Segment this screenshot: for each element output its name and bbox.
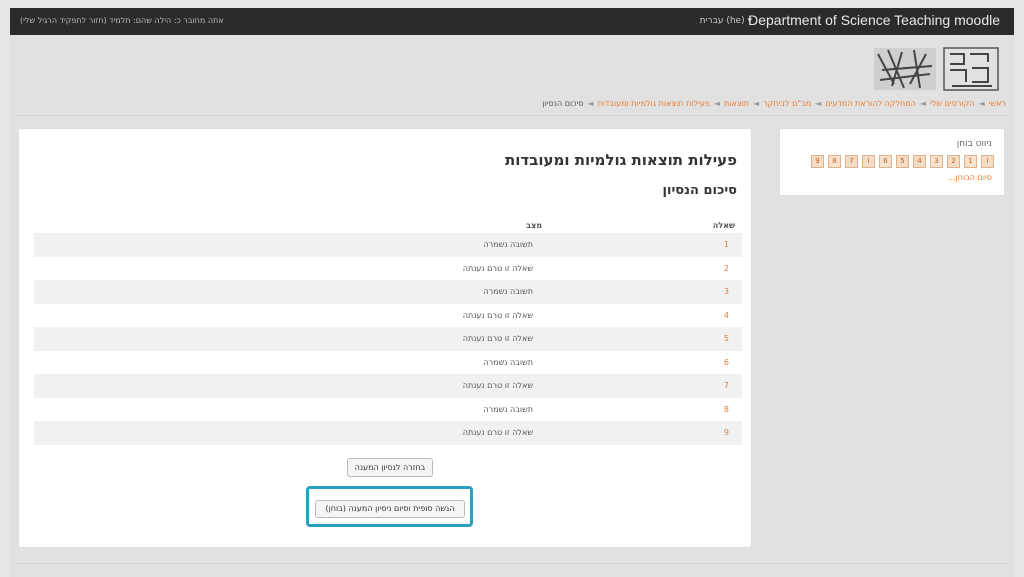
question-status: שאלה זו טרם נענתה <box>462 263 533 273</box>
return-to-attempt-button[interactable]: בחזרה לנסיון המענה <box>347 458 433 477</box>
question-status: תשובה נשמרה <box>483 357 533 367</box>
login-info[interactable]: אתה מחובר כ: הילה שהם: תלמיד (חזור לתפקי… <box>20 16 224 25</box>
language-menu[interactable]: עברית (he) ▾ <box>700 16 752 26</box>
table-row: 8 תשובה נשמרה <box>34 398 742 422</box>
breadcrumb-separator: ◄ <box>587 99 594 108</box>
quiz-nav-question-6[interactable]: 6 <box>879 155 892 168</box>
breadcrumb-separator: ◄ <box>978 99 985 108</box>
question-status: תשובה נשמרה <box>483 287 533 296</box>
question-status: תשובה נשמרה <box>483 240 533 249</box>
breadcrumb-my-courses[interactable]: הקורסים שלי <box>930 99 974 108</box>
quiz-nav-question-1[interactable]: 1 <box>964 155 977 168</box>
quiz-nav-buttons: i 1 2 3 4 5 6 i 7 8 9 <box>811 155 994 168</box>
question-status: שאלה זו טרם נענתה <box>462 428 533 437</box>
question-link[interactable]: 4 <box>724 311 729 320</box>
question-link[interactable]: 5 <box>724 334 729 343</box>
column-header-question: שאלה <box>712 221 735 230</box>
quiz-nav-info-button[interactable]: i <box>981 155 994 168</box>
table-row: 3 תשובה נשמרה <box>34 280 742 304</box>
table-row: 1 תשובה נשמרה <box>34 233 742 257</box>
question-link[interactable]: 2 <box>724 264 729 273</box>
quiz-navigation-block: ניווט בוחן i 1 2 3 4 5 6 i 7 8 9 סיום הב… <box>779 128 1005 196</box>
quiz-nav-question-8[interactable]: 8 <box>828 155 841 168</box>
question-link[interactable]: 3 <box>724 287 729 296</box>
quiz-nav-question-7[interactable]: 7 <box>845 155 858 168</box>
attempt-summary-table: שאלה מצב 1 תשובה נשמרה 2 שאלה זו טרם נענ… <box>34 221 742 445</box>
breadcrumb-separator: ◄ <box>753 99 760 108</box>
question-status: שאלה זו טרם נענתה <box>462 334 533 343</box>
question-link[interactable]: 1 <box>724 240 729 249</box>
table-row: 6 תשובה נשמרה <box>34 351 742 375</box>
quiz-nav-question-3[interactable]: 3 <box>930 155 943 168</box>
table-row: 4 שאלה זו טרם נענתה <box>34 304 742 328</box>
breadcrumb: ראשי◄הקורסים שלי◄המחלקה להוראת המדעים◄מב… <box>542 99 1006 108</box>
question-status: שאלה זו טרם נענתה <box>462 381 533 390</box>
quiz-nav-question-5[interactable]: 5 <box>896 155 909 168</box>
quiz-nav-question-4[interactable]: 4 <box>913 155 926 168</box>
table-header: שאלה מצב <box>34 221 742 233</box>
breadcrumb-activity[interactable]: פעילות תוצאות גולמיות ומעובדות <box>598 99 710 108</box>
breadcrumb-divider <box>18 115 1006 116</box>
question-link[interactable]: 7 <box>724 381 729 390</box>
table-row: 7 שאלה זו טרם נענתה <box>34 374 742 398</box>
finish-attempt-link[interactable]: סיום הבוחן... <box>948 173 992 182</box>
quiz-nav-title: ניווט בוחן <box>956 139 992 149</box>
quiz-nav-question-9[interactable]: 9 <box>811 155 824 168</box>
submit-all-and-finish-button[interactable]: הגשה סופית וסיום ניסיון המענה (בוחן) <box>315 500 465 518</box>
question-link[interactable]: 9 <box>724 428 729 437</box>
question-link[interactable]: 8 <box>724 405 729 414</box>
breadcrumb-department[interactable]: המחלקה להוראת המדעים <box>825 99 916 108</box>
quiz-nav-info-button[interactable]: i <box>862 155 875 168</box>
quiz-nav-question-2[interactable]: 2 <box>947 155 960 168</box>
breadcrumb-separator: ◄ <box>919 99 927 108</box>
breadcrumb-separator: ◄ <box>713 99 721 108</box>
site-name[interactable]: Department of Science Teaching moodle <box>748 12 1000 28</box>
column-header-status: מצב <box>526 221 542 230</box>
summary-heading: סיכום הנסיון <box>662 183 737 198</box>
page-title: פעילות תוצאות גולמיות ומעובדות <box>504 151 737 169</box>
breadcrumb-current: סיכום הנסיון <box>542 99 584 108</box>
table-row: 5 שאלה זו טרם נענתה <box>34 327 742 351</box>
footer-divider <box>18 563 1006 564</box>
breadcrumb-home[interactable]: ראשי <box>989 99 1006 108</box>
site-logo <box>874 47 999 91</box>
breadcrumb-separator: ◄ <box>815 99 822 108</box>
main-content: פעילות תוצאות גולמיות ומעובדות סיכום הנס… <box>18 128 752 548</box>
question-status: תשובה נשמרה <box>483 404 533 414</box>
table-row: 9 שאלה זו טרם נענתה <box>34 421 742 445</box>
top-navbar: אתה מחובר כ: הילה שהם: תלמיד (חזור לתפקי… <box>10 8 1014 35</box>
table-row: 2 שאלה זו טרם נענתה <box>34 257 742 281</box>
breadcrumb-results[interactable]: תוצאות <box>724 99 749 108</box>
question-link[interactable]: 6 <box>724 358 729 367</box>
question-status: שאלה זו טרם נענתה <box>462 310 533 320</box>
breadcrumb-course[interactable]: מב"ם לביחקר <box>763 99 811 108</box>
